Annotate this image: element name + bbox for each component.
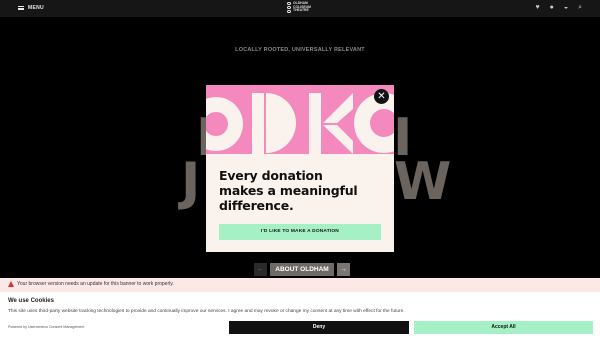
cookie-powered-by[interactable]: Powered by Usercentrics Consent Manageme…: [8, 325, 84, 329]
donation-modal: Every donation makes a meaningful differ…: [206, 85, 394, 252]
accept-all-button[interactable]: Accept All: [414, 321, 593, 334]
next-arrow-button[interactable]: →: [337, 263, 350, 276]
modal-artwork: [206, 85, 394, 154]
site-logo[interactable]: OLDHAM COLISEUM THEATRE: [287, 1, 311, 13]
modal-title: Every donation makes a meaningful differ…: [219, 168, 379, 213]
search-icon[interactable]: ⌕: [578, 4, 582, 12]
deny-button[interactable]: Deny: [229, 321, 409, 334]
logo-text-3: THEATRE: [293, 8, 309, 13]
site-header: MENU OLDHAM COLISEUM THEATRE ♥ ● ◒ ⌕: [0, 0, 600, 17]
about-oldham-button[interactable]: ABOUT OLDHAM: [270, 263, 334, 276]
prev-arrow-button[interactable]: ←: [254, 263, 267, 276]
geometric-pattern-image: [206, 85, 394, 154]
modal-title-line-1: Every donation: [219, 168, 323, 183]
make-donation-button[interactable]: I'D LIKE TO MAKE A DONATION: [219, 224, 381, 240]
browser-warning-text: Your browser version needs an update for…: [17, 281, 174, 287]
warning-icon: [8, 281, 14, 287]
hamburger-icon: [18, 6, 24, 10]
hero-bg-letter-right-bottom: W: [394, 152, 452, 212]
close-icon[interactable]: ✕: [374, 89, 389, 104]
logo-mark-icon: [287, 2, 291, 13]
cookie-title: We use Cookies: [8, 298, 54, 304]
modal-title-line-2: makes a meaningful: [219, 183, 358, 198]
menu-button[interactable]: MENU: [18, 5, 44, 11]
heart-icon[interactable]: ♥: [535, 4, 539, 12]
menu-label: MENU: [28, 5, 44, 11]
browser-warning-bar: Your browser version needs an update for…: [0, 278, 600, 292]
user-icon[interactable]: ●: [550, 4, 554, 12]
hero-bg-letter-left-bottom: J: [181, 152, 201, 212]
cookie-description: This site uses third-party website track…: [8, 309, 405, 314]
cookie-banner: We use Cookies This site uses third-part…: [0, 292, 600, 338]
modal-title-line-3: difference.: [219, 198, 294, 213]
basket-icon[interactable]: ◒: [564, 4, 568, 12]
hero-tagline: LOCALLY ROOTED, UNIVERSALLY RELEVANT: [235, 47, 365, 53]
